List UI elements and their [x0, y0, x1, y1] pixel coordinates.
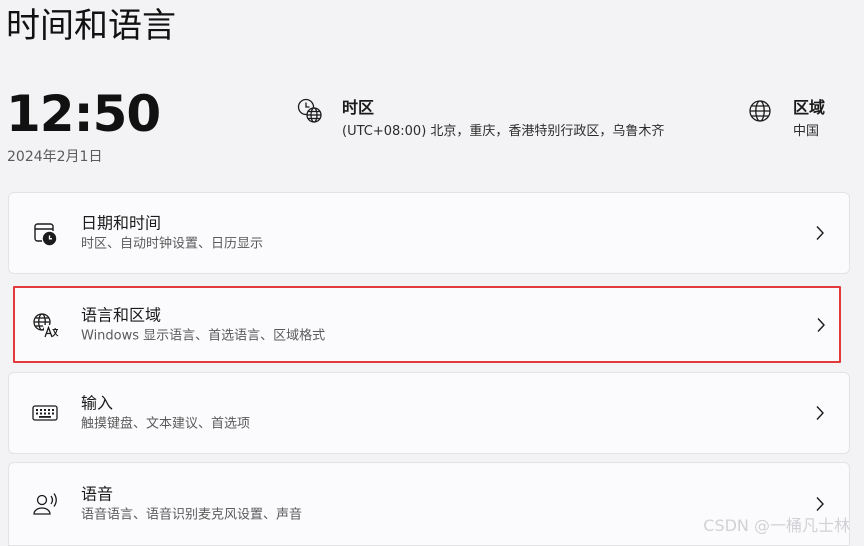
clock-date: 2024年2月1日	[7, 149, 103, 165]
chevron-right-icon	[814, 316, 828, 334]
card-subtitle: Windows 显示语言、首选语言、区域格式	[81, 328, 326, 343]
card-subtitle: 时区、自动时钟设置、日历显示	[81, 236, 264, 252]
region-info: 区域 中国	[746, 97, 825, 142]
clock-time: 12:50	[6, 85, 161, 143]
calendar-clock-icon	[31, 219, 59, 247]
card-subtitle: 语音语言、语音识别麦克风设置、声音	[81, 507, 303, 523]
region-value: 中国	[793, 124, 820, 139]
date-time-card[interactable]: 日期和时间 时区、自动时钟设置、日历显示	[8, 192, 850, 274]
language-region-card[interactable]: 语言和区域 Windows 显示语言、首选语言、区域格式	[13, 286, 841, 363]
input-card[interactable]: 输入 触摸键盘、文本建议、首选项	[8, 372, 850, 454]
chevron-right-icon	[813, 495, 827, 513]
card-title: 日期和时间	[81, 213, 162, 233]
language-icon	[31, 311, 59, 339]
card-title: 语音	[81, 484, 114, 504]
region-title: 区域	[793, 98, 826, 117]
time-zone-value: (UTC+08:00) 北京，重庆，香港特别行政区，乌鲁木齐	[342, 124, 665, 139]
keyboard-icon	[31, 399, 59, 427]
speech-icon	[31, 490, 59, 518]
time-zone-title: 时区	[342, 98, 375, 117]
card-title: 输入	[81, 393, 114, 413]
chevron-right-icon	[813, 404, 827, 422]
card-subtitle: 触摸键盘、文本建议、首选项	[81, 416, 251, 432]
timezone-globe-icon	[296, 97, 324, 125]
globe-icon	[746, 97, 774, 125]
watermark: CSDN @一桶凡士林	[703, 516, 850, 535]
page-title: 时间和语言	[6, 6, 176, 46]
chevron-right-icon	[813, 224, 827, 242]
card-title: 语言和区域	[81, 305, 162, 324]
time-zone-info: 时区 (UTC+08:00) 北京，重庆，香港特别行政区，乌鲁木齐	[296, 97, 664, 142]
